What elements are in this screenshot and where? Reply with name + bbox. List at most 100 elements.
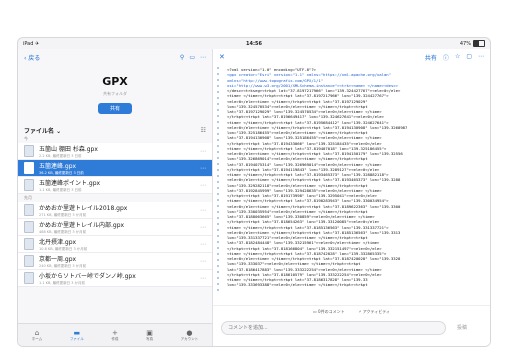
- gutter-dot: [217, 289, 219, 291]
- gpx-source-text: <?xml version="1.0" encoding="UTF-8"?> <g…: [227, 67, 483, 303]
- account-icon: ●: [186, 328, 193, 337]
- gutter-dot: [217, 235, 219, 237]
- file-icon: [24, 255, 34, 267]
- gutter-dot: [217, 241, 219, 243]
- section-header: 今: [24, 136, 28, 141]
- gutter-dot: [217, 163, 219, 165]
- gutter-dot: [217, 187, 219, 189]
- more-icon[interactable]: ⋯: [200, 182, 206, 189]
- more-icon[interactable]: ⋯: [478, 53, 484, 62]
- share-button[interactable]: 共有: [98, 103, 132, 114]
- tab-home[interactable]: ⌂ ホーム: [32, 329, 42, 342]
- close-icon[interactable]: ✕: [219, 53, 225, 61]
- gutter-dot: [217, 283, 219, 285]
- status-bar: iPad ✈ 14:56 47%: [18, 38, 490, 49]
- gutter-dot: [217, 67, 219, 69]
- file-preview-panel: ✕ 共有 ⓘ ☆ ▢ ⋯ <?xml version="1.0" encodin…: [213, 49, 490, 346]
- file-icon: [24, 179, 34, 191]
- gutter-dot: [217, 109, 219, 111]
- comment-input[interactable]: [221, 321, 446, 335]
- file-icon: [24, 238, 34, 250]
- back-button[interactable]: ‹ 戻る: [24, 53, 40, 62]
- gutter-dot: [217, 103, 219, 105]
- gutter-dot: [217, 271, 219, 273]
- gutter-dot: [217, 247, 219, 249]
- gutter-dot: [217, 259, 219, 261]
- share-link[interactable]: 共有: [425, 53, 437, 62]
- gutter-dot: [217, 181, 219, 183]
- battery-icon: [473, 40, 485, 47]
- gutter-dot: [217, 91, 219, 93]
- tab-bar: ⌂ ホーム ▬ ファイル + 作成 ▣ 写真 ● アカウント: [18, 323, 212, 346]
- gutter-dot: [217, 121, 219, 123]
- tab-files[interactable]: ▬ ファイル: [70, 329, 84, 342]
- preview-toolbar: ✕ 共有 ⓘ ☆ ▢ ⋯: [213, 49, 490, 65]
- folder-title: GPX: [102, 75, 128, 88]
- gutter-dot: [217, 79, 219, 81]
- folder-icon[interactable]: ▭: [189, 54, 195, 61]
- gutter-dot: [217, 223, 219, 225]
- gutter-dot: [217, 115, 219, 117]
- sort-by-name-button[interactable]: ファイル名 ⌄: [24, 126, 61, 135]
- photo-icon: ▣: [146, 328, 153, 337]
- tab-account[interactable]: ● アカウント: [181, 329, 199, 342]
- more-icon[interactable]: ⋯: [200, 148, 206, 155]
- gutter-dot: [217, 277, 219, 279]
- file-icon: [24, 272, 34, 284]
- gutter-dot: [217, 253, 219, 255]
- file-row-selected[interactable]: 五箇連峰.gpx 36.2 KB, 最終更新日 3 日前 ⋯: [18, 160, 212, 177]
- file-icon: [24, 162, 34, 174]
- star-icon[interactable]: ☆: [455, 53, 460, 62]
- folder-icon: ▬: [73, 328, 81, 337]
- file-row[interactable]: かめおか里遊トレイル2018.gpx 271 KB, 最終更新日 3 か月前 ⋯: [18, 202, 212, 219]
- code-line: lon="139.333693388"><ele>0</ele><time> <…: [227, 282, 368, 288]
- file-row[interactable]: かめおか里遊トレイル内部.gpx 488 KB, 最終更新日 3 か月前 ⋯: [18, 219, 212, 236]
- more-icon[interactable]: ⋯: [200, 241, 206, 248]
- more-icon[interactable]: ⋯: [200, 224, 206, 231]
- more-icon[interactable]: ⋯: [200, 258, 206, 265]
- gutter-dot: [217, 211, 219, 213]
- trash-icon[interactable]: ▢: [466, 53, 472, 62]
- files-header: ファイル名 ⌄ ☷: [18, 126, 212, 135]
- gutter-dot: [217, 73, 219, 75]
- tab-create[interactable]: + 作成: [111, 329, 118, 342]
- gutter-dot: [217, 157, 219, 159]
- left-toolbar: ‹ 戻る ⚲ ▭ ⋯: [18, 49, 212, 65]
- file-icon: [24, 145, 34, 157]
- search-icon[interactable]: ⚲: [180, 54, 184, 61]
- more-icon[interactable]: ⋯: [200, 275, 206, 282]
- file-icon: [24, 221, 34, 233]
- more-icon[interactable]: ⋯: [200, 165, 206, 172]
- comments-count[interactable]: ▭ 0件のコメント: [313, 309, 345, 315]
- gutter-dot: [217, 85, 219, 87]
- comments-bar: ▭ 0件のコメント ⚡ アクティビティ: [213, 305, 490, 318]
- grid-view-icon[interactable]: ☷: [201, 127, 206, 134]
- section-header: 先月: [24, 195, 32, 200]
- scroll-gutter: [217, 67, 223, 303]
- gutter-dot: [217, 217, 219, 219]
- file-icon: [24, 204, 34, 216]
- file-row[interactable]: 五箇連峰ポイント.gpx 1.1 KB, 最終更新日 3 日前 ⋯: [18, 177, 212, 194]
- more-icon[interactable]: ⋯: [200, 207, 206, 214]
- gutter-dot: [217, 229, 219, 231]
- gutter-dot: [217, 193, 219, 195]
- gutter-dot: [217, 127, 219, 129]
- ipad-screen: iPad ✈ 14:56 47% ‹ 戻る ⚲ ▭ ⋯ GPX 共有フォルダ 共…: [17, 37, 491, 347]
- activity-link[interactable]: ⚡ アクティビティ: [359, 309, 390, 315]
- file-row[interactable]: 北丹摂津.gpx 10.8 KB, 最終更新日 3 か月前 ⋯: [18, 236, 212, 253]
- info-icon[interactable]: ⓘ: [443, 53, 449, 62]
- send-button[interactable]: 投稿: [457, 324, 467, 331]
- clock: 14:56: [246, 40, 262, 47]
- tab-photos[interactable]: ▣ 写真: [146, 329, 153, 342]
- file-row[interactable]: 五箇山 棚田 杉森.gpx 2.2 KB, 最終更新日 3 日前 ⋯: [18, 143, 212, 160]
- more-icon[interactable]: ⋯: [200, 54, 206, 61]
- gutter-dot: [217, 175, 219, 177]
- gutter-dot: [217, 169, 219, 171]
- file-row[interactable]: 京都一周.gpx 240 KB, 最終更新日 3 か月前 ⋯: [18, 253, 212, 270]
- gutter-dot: [217, 265, 219, 267]
- plus-icon: +: [111, 328, 118, 337]
- gutter-dot: [217, 133, 219, 135]
- file-row[interactable]: 小坂からソトバー峠でダンノ峠.gpx 1.1 KB, 最終更新日 3 か月前 ⋯: [18, 270, 212, 287]
- gutter-dot: [217, 139, 219, 141]
- gutter-dot: [217, 151, 219, 153]
